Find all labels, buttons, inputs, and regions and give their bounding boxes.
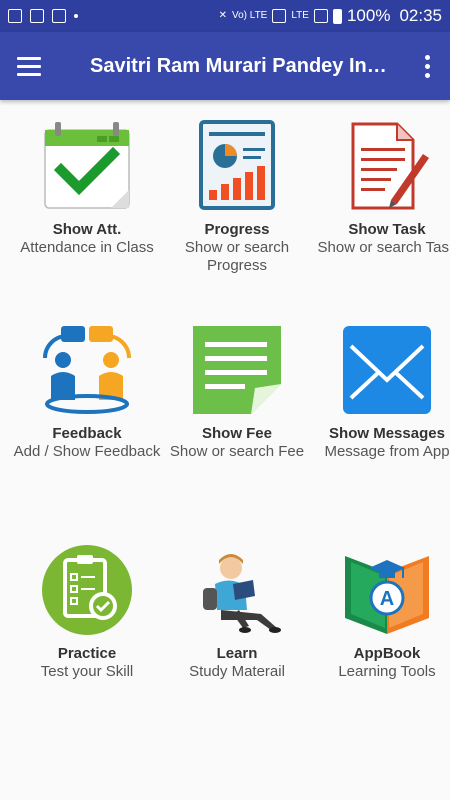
clipboard-check-icon [42, 545, 132, 635]
tile-title: Progress [204, 221, 270, 238]
tile-show-messages[interactable]: Show Messages Message from App [312, 324, 450, 461]
tile-title: Feedback [52, 425, 122, 442]
mute-icon: ✕ [218, 10, 227, 21]
clock: 02:35 [399, 6, 442, 25]
student-reading-icon [203, 554, 281, 633]
menu-icon[interactable] [0, 32, 58, 100]
activity-icon [8, 9, 22, 23]
more-notifications-icon [74, 14, 78, 18]
tile-learn[interactable]: Learn Study Materail [162, 544, 312, 681]
status-bar: ✕ Vo) LTE LTE 100% 02:35 [0, 0, 450, 32]
tile-subtitle: Show or search Progress [184, 239, 290, 274]
fee-document-icon [193, 326, 281, 414]
app-bar: Savitri Ram Murari Pandey Inter... [0, 32, 450, 100]
task-document-icon [351, 122, 429, 210]
people-chat-icon [43, 326, 131, 414]
tile-title: Show Att. [52, 221, 122, 238]
tile-subtitle: Show or search Fee [169, 443, 305, 460]
tile-title: AppBook [353, 645, 421, 662]
tile-progress[interactable]: Progress Show or search Progress [162, 120, 312, 275]
overflow-menu-icon[interactable] [404, 32, 450, 100]
calendar-check-icon [44, 122, 130, 209]
report-chart-icon [199, 120, 275, 210]
battery-percent: 100% [346, 6, 391, 25]
tile-subtitle: Message from App [324, 443, 450, 460]
svg-text:A: A [380, 588, 394, 610]
app-s-icon [52, 9, 66, 23]
tile-feedback[interactable]: Feedback Add / Show Feedback [12, 324, 162, 461]
tile-title: Practice [57, 645, 117, 662]
file-icon [30, 9, 44, 23]
envelope-icon [343, 326, 431, 414]
tile-title: Show Fee [201, 425, 272, 442]
tile-subtitle: Test your Skill [40, 663, 134, 680]
tile-subtitle: Add / Show Feedback [13, 443, 161, 460]
sim-icon [272, 9, 287, 23]
status-system: ✕ Vo) LTE LTE 100% 02:35 [219, 6, 442, 26]
tile-subtitle: Learning Tools [338, 663, 436, 680]
status-notifications [8, 9, 78, 23]
volte-label: Vo) LTE [231, 10, 268, 21]
tile-title: Show Messages [329, 425, 445, 442]
tile-title: Show Task [348, 221, 426, 238]
tile-show-task[interactable]: Show Task Show or search Task [312, 120, 450, 257]
book-graduation-icon: A [345, 556, 429, 634]
tile-practice[interactable]: Practice Test your Skill [12, 544, 162, 681]
battery-icon [332, 8, 342, 24]
tile-subtitle: Attendance in Class [20, 239, 154, 256]
tile-subtitle: Show or search Task [317, 239, 450, 256]
tile-show-fee[interactable]: Show Fee Show or search Fee [162, 324, 312, 461]
signal-icon [313, 9, 328, 23]
tile-show-attendance[interactable]: Show Att. Attendance in Class [12, 120, 162, 257]
tile-subtitle: Study Materail [189, 663, 285, 680]
tile-appbook[interactable]: A AppBook Learning Tools [312, 544, 450, 681]
tile-title: Learn [216, 645, 258, 662]
app-title: Savitri Ram Murari Pandey Inter... [90, 54, 390, 77]
lte-label: LTE [291, 10, 309, 21]
